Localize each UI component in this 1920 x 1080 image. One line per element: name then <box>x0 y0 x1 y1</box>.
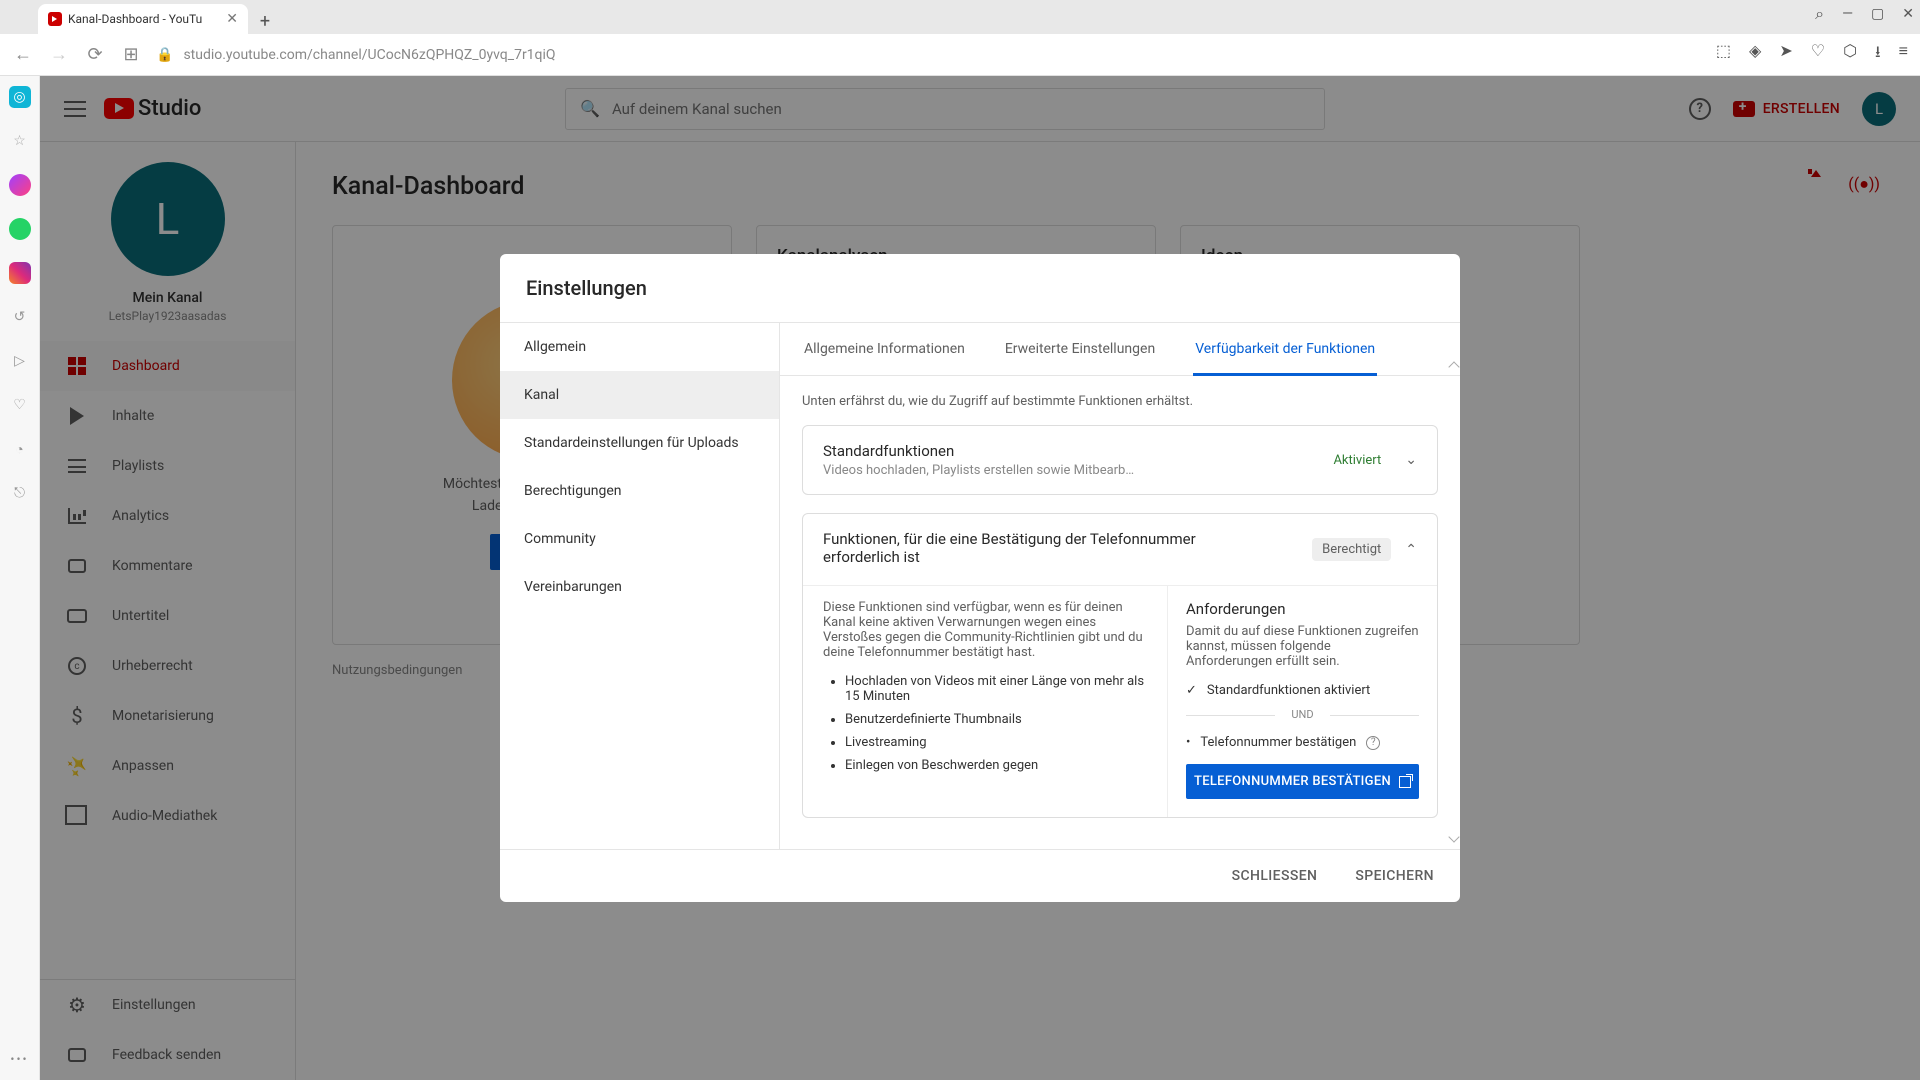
send-icon[interactable]: ➤ <box>1779 41 1792 68</box>
chevron-down-icon: ⌄ <box>1405 452 1417 468</box>
messenger-icon[interactable] <box>9 174 31 196</box>
tab-general-info[interactable]: Allgemeine Informationen <box>802 323 967 375</box>
panel-header[interactable]: Standardfunktionen Videos hochladen, Pla… <box>803 426 1437 494</box>
tab-title: Kanal-Dashboard - YouTu <box>68 12 202 26</box>
history-icon[interactable]: ↺ <box>9 306 31 328</box>
shield-icon[interactable]: ◈ <box>1749 41 1761 68</box>
help-icon[interactable]: ? <box>1366 736 1380 750</box>
youtube-studio-app: Studio 🔍 ? ERSTELLEN L L Mein Kanal Lets… <box>40 76 1920 1080</box>
and-separator: UND <box>1186 708 1419 721</box>
minimize-icon[interactable]: ― <box>1842 6 1853 22</box>
verify-phone-button[interactable]: TELEFONNUMMER BESTÄTIGEN <box>1186 764 1419 799</box>
modal-overlay: Einstellungen Allgemein Kanal Standardei… <box>40 76 1920 1080</box>
menu-icon[interactable]: ≡ <box>1899 41 1908 68</box>
browser-tab[interactable]: Kanal-Dashboard - YouTu ✕ <box>38 4 248 34</box>
panel-title: Funktionen, für die eine Bestätigung der… <box>823 530 1203 566</box>
browser-titlebar: Kanal-Dashboard - YouTu ✕ + ⌕ ― ▢ ✕ <box>0 0 1920 34</box>
maximize-icon[interactable]: ▢ <box>1871 6 1884 22</box>
bookmarks-icon[interactable]: ☆ <box>9 130 31 152</box>
check-icon: ✓ <box>1186 683 1197 698</box>
chevron-up-icon: ⌃ <box>1405 542 1417 558</box>
feature-list: Hochladen von Videos mit einer Länge von… <box>823 674 1147 773</box>
status-badge: Berechtigt <box>1312 538 1391 561</box>
address-bar: ← → ⟳ ⊞ 🔒 studio.youtube.com/channel/UCo… <box>0 34 1920 76</box>
cube-icon[interactable]: ⬡ <box>1843 41 1857 68</box>
list-item: Hochladen von Videos mit einer Länge von… <box>845 674 1147 704</box>
download-icon[interactable]: ⭳ <box>1875 41 1881 68</box>
heart-icon[interactable]: ♡ <box>1811 41 1825 68</box>
modal-footer: SCHLIESSEN SPEICHERN <box>500 849 1460 902</box>
addressbar-actions: ⬚ ◈ ➤ ♡ ⬡ ⭳ ≡ <box>1716 41 1908 68</box>
requirements-title: Anforderungen <box>1186 600 1419 618</box>
modal-tabs: Allgemeine Informationen Erweiterte Eins… <box>780 323 1460 376</box>
section-intro: Unten erfährst du, wie du Zugriff auf be… <box>802 394 1438 409</box>
external-link-icon <box>1399 776 1411 788</box>
opera-sidebar: ◎ ☆ ↺ ▷ ♡ ◔ ⎋ ••• <box>0 76 40 1080</box>
sidebar-more-icon[interactable]: ••• <box>10 1052 28 1066</box>
modal-title: Einstellungen <box>500 254 1460 322</box>
requirement-text: Telefonnummer bestätigen <box>1200 735 1356 750</box>
verify-label: TELEFONNUMMER BESTÄTIGEN <box>1194 774 1391 789</box>
panel-phone-features: Funktionen, für die eine Bestätigung der… <box>802 513 1438 818</box>
panel-default-features: Standardfunktionen Videos hochladen, Pla… <box>802 425 1438 495</box>
modal-sidebar: Allgemein Kanal Standardeinstellungen fü… <box>500 323 780 849</box>
modal-side-uploads[interactable]: Standardeinstellungen für Uploads <box>500 419 779 467</box>
url-text: studio.youtube.com/channel/UCocN6zQPHQZ_… <box>183 47 555 63</box>
requirements-desc: Damit du auf diese Funktionen zugreifen … <box>1186 624 1419 669</box>
location-icon[interactable]: ⎋ <box>9 482 31 504</box>
scrollbar[interactable] <box>1451 363 1458 841</box>
opera-home-icon[interactable]: ◎ <box>9 86 31 108</box>
pinboard-icon[interactable]: ♡ <box>9 394 31 416</box>
modal-content: Allgemeine Informationen Erweiterte Eins… <box>780 323 1460 849</box>
speed-dial-icon[interactable]: ⊞ <box>120 44 142 65</box>
tab-advanced[interactable]: Erweiterte Einstellungen <box>1003 323 1157 375</box>
requirement-item: • Telefonnummer bestätigen ? <box>1186 735 1419 750</box>
modal-side-agreements[interactable]: Vereinbarungen <box>500 563 779 611</box>
save-button[interactable]: SPEICHERN <box>1349 860 1440 892</box>
clock-icon[interactable]: ◔ <box>9 438 31 460</box>
list-item: Einlegen von Beschwerden gegen <box>845 758 1147 773</box>
panel-subtitle: Videos hochladen, Playlists erstellen so… <box>823 463 1309 478</box>
new-tab-button[interactable]: + <box>252 8 278 34</box>
list-item: Livestreaming <box>845 735 1147 750</box>
panel-left: Diese Funktionen sind verfügbar, wenn es… <box>803 586 1167 817</box>
whatsapp-icon[interactable] <box>9 218 31 240</box>
youtube-favicon <box>48 12 62 26</box>
close-button[interactable]: SCHLIESSEN <box>1226 860 1324 892</box>
requirement-text: Standardfunktionen aktiviert <box>1207 683 1370 698</box>
modal-side-kanal[interactable]: Kanal <box>500 371 779 419</box>
bullet-icon: • <box>1186 735 1190 750</box>
panel-title: Standardfunktionen <box>823 442 1309 460</box>
url-field[interactable]: 🔒 studio.youtube.com/channel/UCocN6zQPHQ… <box>156 47 1702 63</box>
modal-side-allgemein[interactable]: Allgemein <box>500 323 779 371</box>
forward-icon: → <box>48 44 70 65</box>
modal-side-permissions[interactable]: Berechtigungen <box>500 467 779 515</box>
requirement-item: ✓ Standardfunktionen aktiviert <box>1186 683 1419 698</box>
lock-icon: 🔒 <box>156 47 173 63</box>
panel-right: Anforderungen Damit du auf diese Funktio… <box>1167 586 1437 817</box>
list-item: Benutzerdefinierte Thumbnails <box>845 712 1147 727</box>
tab-close-icon[interactable]: ✕ <box>226 11 238 27</box>
panel-description: Diese Funktionen sind verfügbar, wenn es… <box>823 600 1147 660</box>
back-icon[interactable]: ← <box>12 44 34 65</box>
modal-side-community[interactable]: Community <box>500 515 779 563</box>
snapshot-icon[interactable]: ⬚ <box>1716 41 1731 68</box>
instagram-icon[interactable] <box>9 262 31 284</box>
settings-modal: Einstellungen Allgemein Kanal Standardei… <box>500 254 1460 902</box>
window-controls: ⌕ ― ▢ ✕ <box>1815 4 1914 24</box>
modal-scroll-area[interactable]: Unten erfährst du, wie du Zugriff auf be… <box>780 376 1460 849</box>
player-icon[interactable]: ▷ <box>9 350 31 372</box>
reload-icon[interactable]: ⟳ <box>84 44 106 65</box>
status-badge: Aktiviert <box>1323 449 1391 472</box>
close-window-icon[interactable]: ✕ <box>1902 6 1914 22</box>
tab-feature-eligibility[interactable]: Verfügbarkeit der Funktionen <box>1193 323 1377 375</box>
browser-search-icon[interactable]: ⌕ <box>1815 4 1824 24</box>
panel-header[interactable]: Funktionen, für die eine Bestätigung der… <box>803 514 1437 585</box>
